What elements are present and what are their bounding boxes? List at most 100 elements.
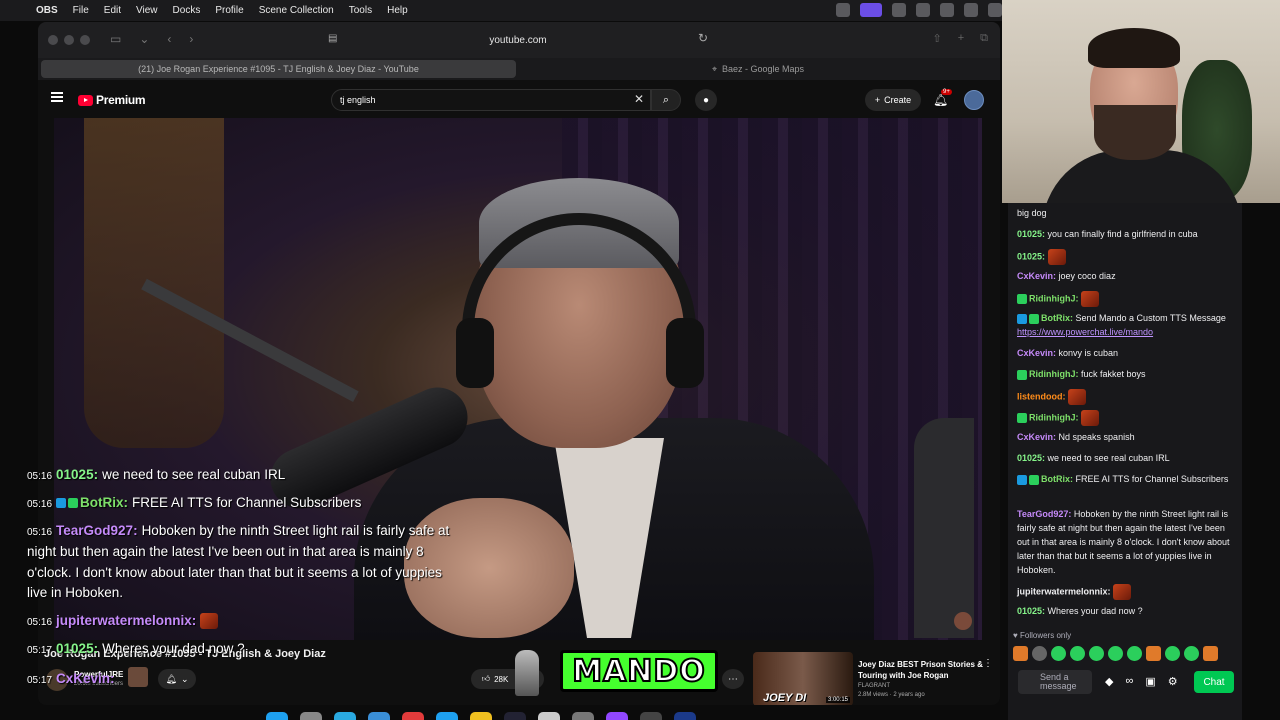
dock-app-icon[interactable] — [266, 712, 288, 720]
menu-tools[interactable]: Tools — [349, 5, 387, 16]
more-vert-icon[interactable]: ⋮ — [983, 658, 993, 669]
chat-username[interactable]: RidinhighJ: — [1029, 293, 1079, 303]
dock-app-icon[interactable] — [572, 712, 594, 720]
menu-file[interactable]: File — [73, 5, 104, 16]
chat-username[interactable]: 01025: — [1017, 606, 1045, 616]
address-bar[interactable]: youtube.com — [323, 31, 713, 49]
chat-input[interactable]: Send a message — [1018, 670, 1092, 694]
emote-icon[interactable] — [1070, 646, 1085, 661]
overlay-chat-line: live in Hoboken. — [27, 583, 527, 603]
gift-icon[interactable]: ▣ — [1145, 675, 1155, 688]
chat-send-button[interactable]: Chat — [1194, 671, 1234, 693]
dock-app-icon[interactable] — [402, 712, 424, 720]
emote-icon[interactable] — [1051, 646, 1066, 661]
recommended-title[interactable]: Joey Diaz BEST Prison Stories & Touring … — [858, 659, 983, 681]
chat-username[interactable]: jupiterwatermelonnix: — [1017, 586, 1111, 596]
close-window-button[interactable] — [48, 35, 58, 45]
menu-docks[interactable]: Docks — [173, 5, 216, 16]
chat-username[interactable]: CxKevin: — [1017, 271, 1056, 281]
bits-icon[interactable]: ◆ — [1105, 675, 1113, 688]
sidebar-icon[interactable]: ▭ — [110, 32, 121, 46]
emote-icon[interactable] — [1184, 646, 1199, 661]
clear-search-icon[interactable]: ✕ — [634, 92, 644, 106]
chat-text: Send Mando a Custom TTS Message — [1075, 313, 1226, 323]
tab-overview-icon[interactable]: ⧉ — [980, 32, 988, 45]
emote-icon[interactable] — [1089, 646, 1104, 661]
reload-icon[interactable]: ↻ — [698, 31, 708, 45]
status-icon[interactable] — [836, 3, 850, 17]
gear-icon[interactable]: ⚙ — [1168, 675, 1178, 688]
window-icon[interactable] — [964, 3, 978, 17]
chat-username[interactable]: TearGod927: — [1017, 509, 1071, 519]
status-icon[interactable] — [916, 3, 930, 17]
avatar[interactable] — [964, 90, 984, 110]
menu-scene-collection[interactable]: Scene Collection — [259, 5, 349, 16]
create-button[interactable]: + Create — [865, 89, 921, 111]
chat-username[interactable]: 01025: — [1017, 453, 1045, 463]
menu-help[interactable]: Help — [387, 5, 423, 16]
dock-app-icon[interactable] — [368, 712, 390, 720]
more-actions-button[interactable]: ⋯ — [722, 669, 744, 689]
chat-username[interactable]: 01025: — [1017, 229, 1045, 239]
emote-icon[interactable] — [1146, 646, 1161, 661]
dock-app-icon[interactable] — [334, 712, 356, 720]
dock-app-icon[interactable] — [470, 712, 492, 720]
share-icon[interactable]: ⇧ — [932, 32, 941, 45]
forward-arrow-icon[interactable]: › — [189, 32, 193, 46]
new-tab-icon[interactable]: + — [958, 32, 964, 45]
youtube-logo[interactable]: Premium — [78, 93, 146, 107]
clock-icon[interactable] — [940, 3, 954, 17]
chat-username[interactable]: listendood: — [1017, 391, 1066, 401]
dock-app-icon[interactable] — [640, 712, 662, 720]
voice-search-button[interactable]: ● — [695, 89, 717, 111]
recommended-thumbnail[interactable]: JOEY DI 3:00:15 — [753, 652, 853, 705]
tab-google-maps[interactable]: ⌖ Baez - Google Maps — [518, 60, 998, 78]
dock-app-icon[interactable] — [538, 712, 560, 720]
emote-icon[interactable] — [1108, 646, 1123, 661]
emote-icon[interactable] — [1032, 646, 1047, 661]
menu-app-obs[interactable]: OBS — [36, 5, 73, 16]
chat-username[interactable]: BotRix: — [1041, 474, 1073, 484]
chat-username: TearGod927: — [56, 523, 138, 538]
search-button[interactable]: ⌕ — [651, 89, 681, 111]
chat-username[interactable]: 01025: — [1017, 251, 1045, 261]
badge-icon — [1017, 369, 1027, 380]
chat-username[interactable]: BotRix: — [1041, 313, 1073, 323]
menu-profile[interactable]: Profile — [215, 5, 258, 16]
dock-app-icon[interactable] — [606, 712, 628, 720]
overlay-chat-line: 05:17 CxKevin: — [27, 669, 527, 691]
chat-text: we need to see real cuban IRL — [1047, 453, 1170, 463]
chat-username[interactable]: RidinhighJ: — [1029, 369, 1079, 379]
chat-text: fuck fakket boys — [1081, 369, 1146, 379]
menu-view[interactable]: View — [136, 5, 173, 16]
mando-logo: MANDO — [560, 650, 718, 692]
zoom-window-button[interactable] — [80, 35, 90, 45]
video-duration: 3:00:15 — [825, 697, 850, 703]
emote-icon[interactable] — [1203, 646, 1218, 661]
bell-icon[interactable]: 🔔︎ — [933, 93, 948, 107]
chevron-down-icon[interactable]: ⌄ — [139, 32, 149, 46]
chat-username[interactable]: CxKevin: — [1017, 348, 1056, 358]
dock-app-icon[interactable] — [504, 712, 526, 720]
wifi-icon[interactable] — [988, 3, 1002, 17]
chat-username[interactable]: CxKevin: — [1017, 432, 1056, 442]
chat-message: listendood: — [1017, 389, 1232, 405]
recommended-channel[interactable]: FLAGRANT — [858, 683, 890, 689]
emote-icon[interactable] — [1127, 646, 1142, 661]
dock-app-icon[interactable] — [436, 712, 458, 720]
status-active-icon[interactable] — [860, 3, 882, 17]
globe-icon[interactable] — [892, 3, 906, 17]
infinity-icon[interactable]: ∞ — [1125, 675, 1133, 688]
menu-edit[interactable]: Edit — [104, 5, 136, 16]
emote-icon[interactable] — [1165, 646, 1180, 661]
dock-app-icon[interactable] — [674, 712, 696, 720]
chat-link[interactable]: https://www.powerchat.live/mando — [1017, 327, 1153, 337]
back-arrow-icon[interactable]: ‹ — [167, 32, 171, 46]
search-input[interactable]: tj english — [331, 89, 651, 111]
dock-app-icon[interactable] — [300, 712, 322, 720]
minimize-window-button[interactable] — [64, 35, 74, 45]
tab-youtube[interactable]: (21) Joe Rogan Experience #1095 - TJ Eng… — [41, 60, 516, 78]
emote-icon[interactable] — [1013, 646, 1028, 661]
menu-icon[interactable] — [51, 92, 63, 102]
chat-username[interactable]: RidinhighJ: — [1029, 412, 1079, 422]
